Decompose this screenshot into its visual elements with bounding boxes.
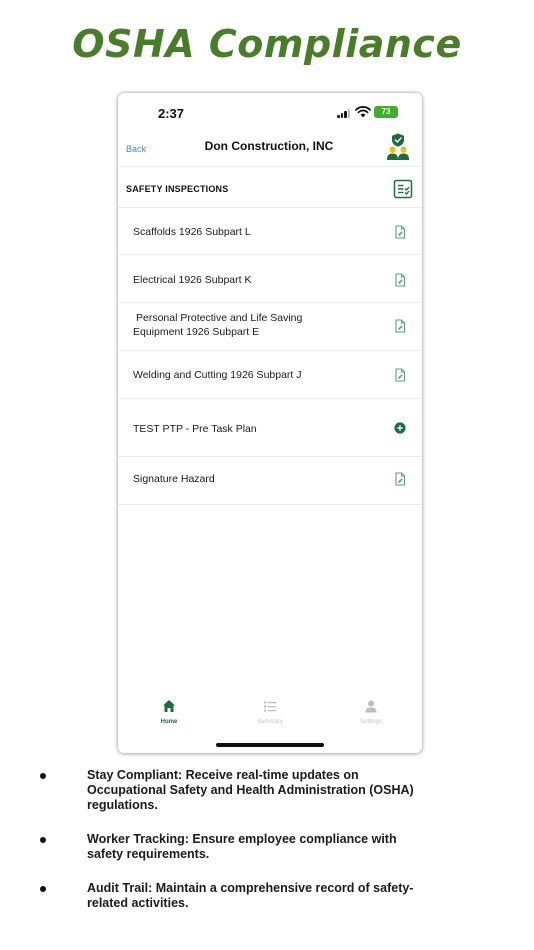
phone-screen: 2:37 73 Back Don Construction, INC SAFET… bbox=[118, 93, 422, 753]
edit-document-icon[interactable] bbox=[393, 319, 407, 333]
edit-document-icon[interactable] bbox=[393, 368, 407, 382]
item-label: Electrical 1926 Subpart K bbox=[133, 274, 252, 286]
bullet-text: regulations. bbox=[87, 798, 158, 812]
item-label: Welding and Cutting 1926 Subpart J bbox=[133, 369, 302, 381]
add-circle-icon[interactable] bbox=[394, 422, 406, 434]
person-icon bbox=[365, 700, 377, 713]
inspection-item-electrical[interactable]: Electrical 1926 Subpart K bbox=[118, 255, 422, 303]
nav-bar: Back Don Construction, INC bbox=[118, 133, 422, 167]
bullet-dot bbox=[40, 886, 46, 892]
edit-document-icon[interactable] bbox=[393, 225, 407, 239]
home-icon bbox=[163, 700, 175, 712]
item-label: Personal Protective and Life Saving bbox=[136, 312, 303, 324]
back-button[interactable]: Back bbox=[126, 144, 146, 154]
battery-indicator: 73 bbox=[374, 106, 398, 118]
section-title: SAFETY INSPECTIONS bbox=[126, 184, 229, 194]
home-indicator[interactable] bbox=[216, 743, 324, 747]
workers-shield-icon[interactable] bbox=[385, 133, 411, 161]
edit-document-icon[interactable] bbox=[393, 273, 407, 287]
item-label: Scaffolds 1926 Subpart L bbox=[133, 226, 251, 238]
tab-label: Settings bbox=[360, 719, 382, 725]
bullet-text: related activities. bbox=[87, 896, 189, 910]
section-header: SAFETY INSPECTIONS bbox=[118, 171, 422, 207]
inspection-item-welding[interactable]: Welding and Cutting 1926 Subpart J bbox=[118, 351, 422, 399]
item-label: TEST PTP - Pre Task Plan bbox=[133, 423, 257, 435]
checklist-icon[interactable] bbox=[393, 179, 413, 199]
feature-bullets: Stay Compliant: Receive real-time update… bbox=[40, 768, 510, 911]
bullet-dot bbox=[40, 773, 46, 779]
list-icon bbox=[264, 701, 276, 712]
item-label: Signature Hazard bbox=[133, 473, 215, 485]
bullet-item: Audit Trail: Maintain a comprehensive re… bbox=[40, 881, 510, 911]
signal-icon bbox=[337, 109, 351, 118]
inspection-item-signature[interactable]: Signature Hazard bbox=[118, 457, 422, 505]
bullet-text: Audit Trail: Maintain a comprehensive re… bbox=[87, 881, 414, 895]
tab-label: Summary bbox=[257, 719, 283, 725]
bullet-item: Worker Tracking: Ensure employee complia… bbox=[40, 832, 510, 862]
nav-divider bbox=[118, 166, 422, 167]
bullet-dot bbox=[40, 837, 46, 843]
tab-summary[interactable]: Summary bbox=[240, 699, 300, 725]
bullet-item: Stay Compliant: Receive real-time update… bbox=[40, 768, 510, 813]
status-bar: 2:37 73 bbox=[118, 93, 422, 133]
bullet-text: Stay Compliant: Receive real-time update… bbox=[87, 768, 359, 782]
inspection-list: Scaffolds 1926 Subpart L Electrical 1926… bbox=[118, 207, 422, 505]
tab-settings[interactable]: Settings bbox=[341, 699, 401, 725]
inspection-item-ptp[interactable]: TEST PTP - Pre Task Plan bbox=[118, 399, 422, 457]
bullet-text: safety requirements. bbox=[87, 847, 210, 861]
bullet-text: Occupational Safety and Health Administr… bbox=[87, 783, 414, 797]
bullet-text: Worker Tracking: Ensure employee complia… bbox=[87, 832, 397, 846]
edit-document-icon[interactable] bbox=[393, 472, 407, 486]
item-label: Equipment 1926 Subpart E bbox=[133, 326, 260, 338]
company-title: Don Construction, INC bbox=[204, 139, 334, 153]
page-heading: OSHA Compliance bbox=[72, 22, 462, 66]
tab-home[interactable]: Home bbox=[139, 699, 199, 725]
inspection-item-ppe[interactable]: Personal Protective and Life Saving Equi… bbox=[118, 303, 422, 351]
inspection-item-scaffolds[interactable]: Scaffolds 1926 Subpart L bbox=[118, 207, 422, 255]
wifi-icon bbox=[355, 106, 371, 118]
status-time: 2:37 bbox=[158, 106, 185, 121]
tab-label: Home bbox=[160, 719, 178, 725]
